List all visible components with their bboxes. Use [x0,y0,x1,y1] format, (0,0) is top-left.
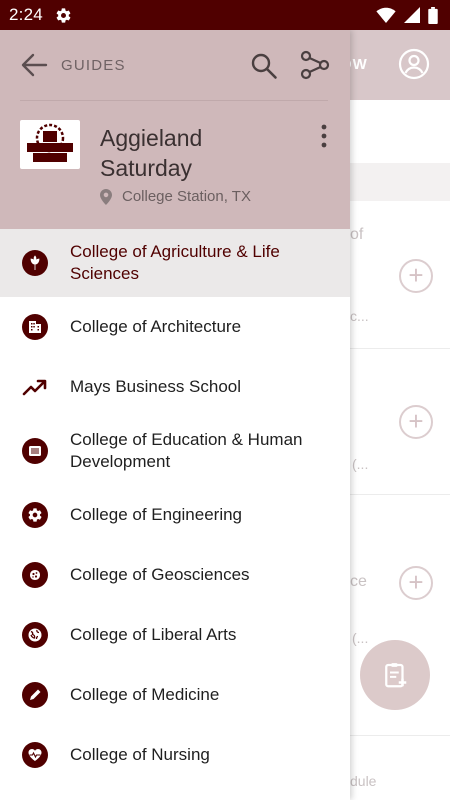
menu-item-label: College of Education & Human Development [70,430,303,471]
background-text: (... [352,456,369,472]
heart-pulse-icon [22,742,48,768]
drawer-toolbar: GUIDES [0,30,350,100]
menu-item-architecture[interactable]: College of Architecture [0,297,350,357]
guide-location: College Station, TX [100,188,251,205]
background-divider [350,494,450,495]
menu-item-liberal-arts[interactable]: College of Liberal Arts [0,605,350,665]
background-text: dule [350,773,377,789]
menu-item-label: College of Architecture [70,317,242,336]
guide-title: Aggieland Saturday [100,125,203,181]
document-icon [22,438,48,464]
menu-item-label: College of Nursing [70,745,210,764]
background-divider [350,735,450,736]
menu-item-label: College of Liberal Arts [70,625,237,644]
menu-item-engineering[interactable]: College of Engineering [0,485,350,545]
trending-up-icon [22,374,48,400]
background-divider [350,348,450,349]
rock-icon [22,562,48,588]
menu-item-geosciences[interactable]: College of Geosciences [0,545,350,605]
menu-item-education[interactable]: College of Education & Human Development [0,417,350,485]
add-to-schedule-button[interactable]: + [399,405,433,439]
add-to-schedule-button[interactable]: + [399,259,433,293]
menu-item-business[interactable]: Mays Business School [0,357,350,417]
more-vert-icon[interactable] [316,123,332,149]
status-time: 2:24 [9,5,43,24]
note-add-icon [385,663,407,688]
settings-notification-icon [55,6,73,24]
background-text: (... [352,630,369,646]
leaf-icon [22,250,48,276]
battery-icon [428,6,438,24]
guide-logo [20,120,80,169]
share-icon[interactable] [300,50,330,80]
account-icon[interactable] [398,48,430,80]
cellular-signal-icon [404,7,420,23]
pencil-icon [22,682,48,708]
globe-icon [22,622,48,648]
menu-item-label: College of Medicine [70,685,220,704]
location-text: College Station, TX [122,188,251,205]
menu-item-label: College of Geosciences [70,565,250,584]
drawer-header: GUIDES Aggieland Saturday College Statio… [0,30,350,229]
aggieland-saturday-logo-icon [27,123,73,162]
guides-back-label[interactable]: GUIDES [61,57,126,74]
search-icon[interactable] [250,52,278,80]
college-list: College of Agriculture & Life Sciences C… [0,229,350,785]
add-note-fab[interactable] [360,640,430,710]
gear-icon [22,502,48,528]
menu-item-agriculture[interactable]: College of Agriculture & Life Sciences [0,229,350,297]
building-icon [22,314,48,340]
back-arrow-icon[interactable] [20,52,48,78]
location-pin-icon [100,188,112,205]
navigation-drawer: GUIDES Aggieland Saturday College Statio… [0,30,350,800]
background-text: c... [350,308,369,324]
background-text: ce [350,573,367,590]
menu-item-label: College of Engineering [70,505,243,524]
add-to-schedule-button[interactable]: + [399,566,433,600]
background-text: of [350,226,364,243]
status-bar: 2:24 [0,0,450,30]
wifi-icon [376,7,396,23]
menu-item-label: College of Agriculture & Life Sciences [70,242,280,283]
menu-item-nursing[interactable]: College of Nursing [0,725,350,785]
header-divider [20,100,328,101]
menu-item-medicine[interactable]: College of Medicine [0,665,350,725]
menu-item-label: Mays Business School [70,377,242,396]
